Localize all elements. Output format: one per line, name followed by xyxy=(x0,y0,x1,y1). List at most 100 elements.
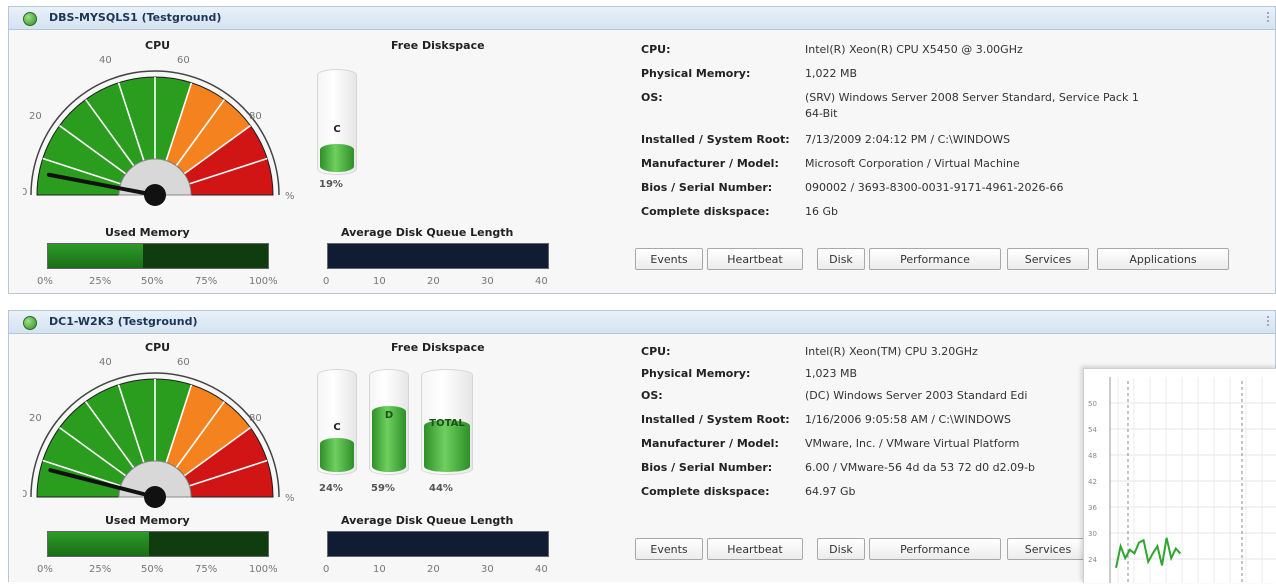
chart-y-tick: 50 xyxy=(1088,400,1097,408)
heartbeat-button[interactable]: Heartbeat xyxy=(707,248,803,270)
performance-line-chart: 50 54 48 42 36 30 24 18 xyxy=(1088,377,1276,587)
status-online-icon xyxy=(23,316,37,330)
disk-fill xyxy=(320,144,354,172)
gauge-tick-label: 40 xyxy=(99,55,112,66)
disk-letter: TOTAL xyxy=(429,418,465,429)
applications-button[interactable]: Applications xyxy=(1097,248,1229,270)
gauge-tick-label: 60 xyxy=(177,55,190,66)
services-button[interactable]: Services xyxy=(1007,538,1089,560)
info-value: (SRV) Windows Server 2008 Server Standar… xyxy=(805,91,1139,104)
chart-y-tick: 36 xyxy=(1088,504,1097,512)
queue-tick: 40 xyxy=(535,564,548,575)
queue-axis: 0 10 20 30 40 xyxy=(323,276,563,288)
disk-letter: D xyxy=(384,410,394,421)
disk-c-cylinder[interactable]: C xyxy=(317,369,357,475)
info-key: Physical Memory: xyxy=(641,367,751,380)
info-value: VMware, Inc. / VMware Virtual Platform xyxy=(805,437,1020,450)
info-key: Bios / Serial Number: xyxy=(641,461,773,474)
queue-tick: 0 xyxy=(323,564,330,575)
server-header-1[interactable]: DBS-MYSQLS1 (Testground) xyxy=(9,7,1275,30)
disk-queue-bar xyxy=(327,243,549,269)
info-value: 1/16/2006 9:05:58 AM / C:\WINDOWS xyxy=(805,413,1011,426)
events-button[interactable]: Events xyxy=(635,538,703,560)
chart-series-line xyxy=(1115,537,1182,569)
info-value: Intel(R) Xeon(TM) CPU 3.20GHz xyxy=(805,345,978,358)
queue-axis: 0 10 20 30 40 xyxy=(323,564,563,576)
server-header-2[interactable]: DC1-W2K3 (Testground) xyxy=(9,311,1275,334)
resize-grip-icon[interactable] xyxy=(1259,12,1269,22)
queue-tick: 0 xyxy=(323,276,330,287)
gauge-tick-label: 0 xyxy=(23,489,27,500)
heartbeat-button[interactable]: Heartbeat xyxy=(707,538,803,560)
queue-tick: 20 xyxy=(427,276,440,287)
info-key: Installed / System Root: xyxy=(641,133,790,146)
info-key: OS: xyxy=(641,389,663,402)
performance-button[interactable]: Performance xyxy=(869,248,1001,270)
memory-tick: 25% xyxy=(89,564,112,575)
used-memory-label: Used Memory xyxy=(105,514,190,527)
info-value: 64-Bit xyxy=(805,107,838,120)
memory-tick: 0% xyxy=(37,564,53,575)
gauge-tick-label: 20 xyxy=(29,111,42,122)
server-panel-1: DBS-MYSQLS1 (Testground) CPU 0 20 40 60 80% … xyxy=(8,6,1276,294)
disk-button[interactable]: Disk xyxy=(817,538,865,560)
gauge-needle-cap xyxy=(144,184,166,206)
gauge-percent-symbol: % xyxy=(285,493,295,504)
events-button[interactable]: Events xyxy=(635,248,703,270)
info-key: OS: xyxy=(641,91,663,104)
info-value: 64.97 Gb xyxy=(805,485,856,498)
used-memory-bar xyxy=(47,531,269,557)
info-value: 16 Gb xyxy=(805,205,838,218)
disk-letter: C xyxy=(333,422,341,433)
disk-queue-label: Average Disk Queue Length xyxy=(341,514,514,527)
server-title: DBS-MYSQLS1 (Testground) xyxy=(49,11,222,24)
cpu-gauge: 0 20 40 60 80% xyxy=(23,357,295,508)
disk-button[interactable]: Disk xyxy=(817,248,865,270)
disk-c-cylinder[interactable]: C xyxy=(317,69,357,175)
disk-d-cylinder[interactable]: D xyxy=(369,369,409,475)
disk-percent: 19% xyxy=(319,179,343,190)
queue-tick: 10 xyxy=(373,564,386,575)
chart-y-tick: 48 xyxy=(1088,452,1097,460)
used-memory-bar xyxy=(47,243,269,269)
used-memory-fill xyxy=(48,244,143,268)
memory-tick: 0% xyxy=(37,276,53,287)
info-key: CPU: xyxy=(641,43,671,56)
queue-tick: 20 xyxy=(427,564,440,575)
info-key: Manufacturer / Model: xyxy=(641,157,779,170)
memory-tick: 50% xyxy=(141,564,164,575)
info-key: Complete diskspace: xyxy=(641,485,770,498)
performance-chart-popup[interactable]: 50 54 48 42 36 30 24 18 xyxy=(1083,368,1276,587)
gauge-tick-label: 80 xyxy=(249,413,262,424)
services-button[interactable]: Services xyxy=(1007,248,1089,270)
free-diskspace-label: Free Diskspace xyxy=(391,341,485,354)
memory-tick: 75% xyxy=(195,276,218,287)
info-value: 6.00 / VMware-56 4d da 53 72 d0 d2.09-b xyxy=(805,461,1036,474)
info-value: 1,022 MB xyxy=(805,67,858,80)
disk-queue-label: Average Disk Queue Length xyxy=(341,226,514,239)
gauge-tick-label: 60 xyxy=(177,357,190,368)
queue-tick: 40 xyxy=(535,276,548,287)
performance-button[interactable]: Performance xyxy=(869,538,1001,560)
memory-axis: 0% 25% 50% 75% 100% xyxy=(37,564,287,576)
used-memory-label: Used Memory xyxy=(105,226,190,239)
queue-tick: 30 xyxy=(481,276,494,287)
chart-y-tick: 24 xyxy=(1088,556,1097,564)
gauge-needle-cap xyxy=(144,486,166,508)
memory-tick: 100% xyxy=(249,276,278,287)
server-title: DC1-W2K3 (Testground) xyxy=(49,315,198,328)
info-key: CPU: xyxy=(641,345,671,358)
memory-tick: 50% xyxy=(141,276,164,287)
disk-fill xyxy=(320,438,354,472)
disk-total-cylinder[interactable]: TOTAL xyxy=(421,369,473,475)
info-value: (DC) Windows Server 2003 Standard Edi xyxy=(805,389,1028,402)
chart-y-tick: 42 xyxy=(1088,478,1097,486)
chart-y-tick: 30 xyxy=(1088,530,1097,538)
chart-y-tick: 18 xyxy=(1088,582,1097,583)
info-value: 7/13/2009 2:04:12 PM / C:\WINDOWS xyxy=(805,133,1011,146)
queue-tick: 30 xyxy=(481,564,494,575)
status-online-icon xyxy=(23,12,37,26)
resize-grip-icon[interactable] xyxy=(1259,316,1269,326)
free-diskspace-label: Free Diskspace xyxy=(391,39,485,52)
gauge-percent-symbol: % xyxy=(285,191,295,202)
